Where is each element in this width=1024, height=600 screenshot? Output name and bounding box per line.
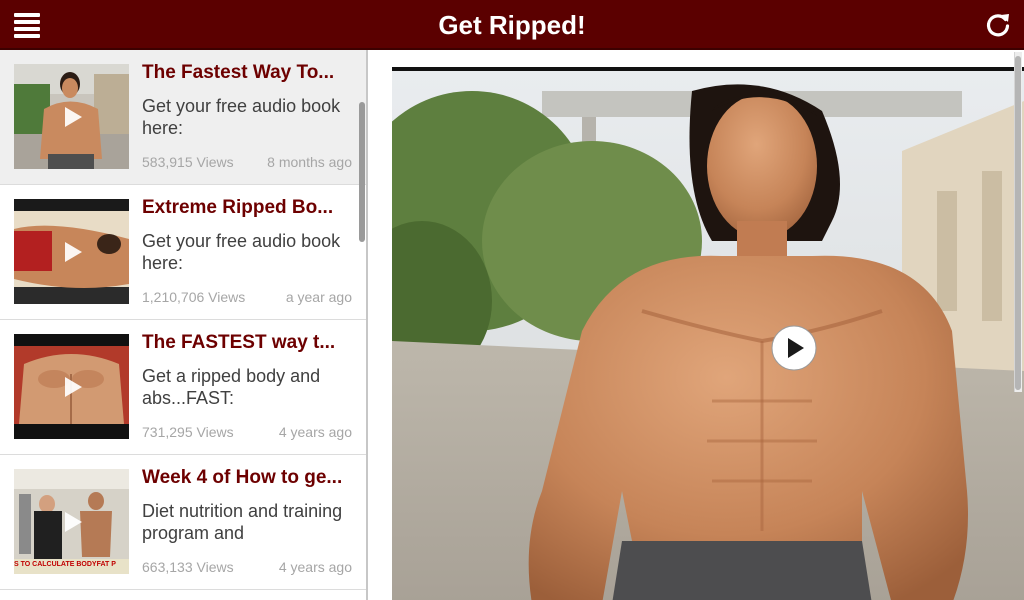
video-title[interactable]: Extreme Ripped Bo... — [142, 197, 354, 219]
hamburger-menu-icon[interactable] — [14, 13, 40, 38]
video-title[interactable]: Week 4 of How to ge... — [142, 467, 354, 489]
list-item[interactable]: The Fastest Way To... Get your free audi… — [0, 50, 366, 185]
video-description: Get a ripped body and abs...FAST: — [142, 366, 321, 408]
view-count: 731,295 Views — [142, 424, 234, 440]
upload-age: 4 years ago — [278, 424, 352, 440]
video-title[interactable]: The Fastest Way To... — [142, 62, 354, 84]
video-list[interactable]: The Fastest Way To... Get your free audi… — [0, 50, 368, 600]
upload-age: 4 years ago — [278, 559, 352, 575]
video-thumbnail[interactable]: S TO CALCULATE BODYFAT P — [14, 469, 129, 574]
thumbnail-banner-text: S TO CALCULATE BODYFAT P — [14, 561, 116, 568]
list-item[interactable]: The FASTEST way t... Get a ripped body a… — [0, 320, 366, 455]
refresh-icon[interactable] — [984, 11, 1012, 39]
view-count: 583,915 Views — [142, 154, 234, 170]
video-thumbnail[interactable] — [14, 334, 129, 439]
video-title[interactable]: The FASTEST way t... — [142, 332, 354, 354]
video-description: Get your free audio book here: — [142, 231, 341, 273]
video-preview-image — [392, 71, 1024, 600]
page-title: Get Ripped! — [438, 10, 586, 40]
play-icon — [65, 242, 82, 262]
view-count: 663,133 Views — [142, 559, 234, 575]
play-icon[interactable] — [771, 325, 817, 371]
content-scrollbar-thumb[interactable] — [1015, 56, 1021, 390]
video-description: Diet nutrition and training program and — [142, 501, 343, 543]
upload-age: a year ago — [285, 289, 352, 305]
app-window: Get Ripped! The Fastest Way To... Get yo… — [0, 0, 1024, 600]
play-icon — [65, 377, 82, 397]
video-thumbnail[interactable] — [14, 64, 129, 169]
video-description: Get your free audio book here: — [142, 96, 341, 138]
play-icon — [65, 107, 82, 127]
upload-age: 8 months ago — [267, 154, 352, 170]
list-scrollbar[interactable] — [359, 102, 365, 242]
list-item[interactable]: Extreme Ripped Bo... Get your free audio… — [0, 185, 366, 320]
list-item[interactable]: S TO CALCULATE BODYFAT P Week 4 of How t… — [0, 455, 366, 590]
play-icon — [65, 512, 82, 532]
video-player[interactable] — [392, 67, 1024, 600]
top-bar: Get Ripped! — [0, 0, 1024, 50]
video-thumbnail[interactable] — [14, 199, 129, 304]
view-count: 1,210,706 Views — [142, 289, 246, 305]
